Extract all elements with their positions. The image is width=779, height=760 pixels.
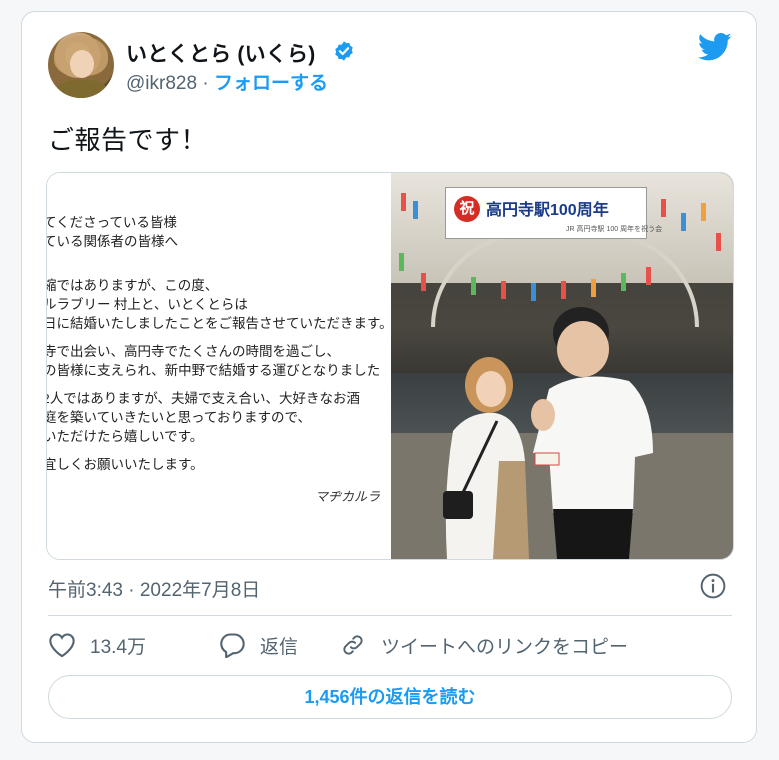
letter-line: 宜しくお願いいたします。 xyxy=(47,457,204,472)
like-count: 13.4万 xyxy=(90,636,146,658)
link-icon xyxy=(343,635,363,655)
letter-line: 寺で出会い、高円寺でたくさんの時間を過ごし、 xyxy=(47,344,340,359)
reply-bubble-icon xyxy=(220,633,245,658)
announcement-letter-image[interactable]: てくださっている皆様 ている関係者の皆様へ 縮ではありますが、この度、 ルラブリ… xyxy=(47,173,390,559)
couple-photo[interactable]: 祝 高円寺駅100周年 JR 高円寺駅 100 周年を祝う会 xyxy=(391,173,733,559)
avatar[interactable] xyxy=(48,32,114,98)
timestamp[interactable]: 午前3:43 · 2022年7月8日 xyxy=(48,575,260,602)
letter-line: の皆様に支えられ、新中野で結婚する運びとなりました xyxy=(47,363,381,378)
banner-text: 高円寺駅100周年 xyxy=(486,202,609,219)
copy-link-label: ツイートへのリンクをコピー xyxy=(381,636,629,658)
letter-line: ている関係者の皆様へ xyxy=(47,234,178,249)
verified-badge-icon xyxy=(335,41,353,61)
letter-line: ルラブリー 村上と、いとくとらは xyxy=(47,297,248,312)
tweet-actions: 13.4万 返信 ツイートへのリンクをコピー xyxy=(48,630,732,660)
reply-button[interactable]: 返信 xyxy=(218,630,298,660)
copy-link-button[interactable]: ツイートへのリンクをコピー xyxy=(339,630,628,660)
tweet-text: ご報告です！ xyxy=(48,125,208,155)
reply-label: 返信 xyxy=(260,636,299,658)
follow-button[interactable]: フォローする xyxy=(214,73,328,94)
tweet-media[interactable]: てくださっている皆様 ている関係者の皆様へ 縮ではありますが、この度、 ルラブリ… xyxy=(46,172,734,560)
letter-signature: マヂカルラ xyxy=(315,489,381,504)
woman-figure xyxy=(443,357,529,559)
letter-line: 庭を築いていきたいと思っておりますので、 xyxy=(47,410,311,425)
divider xyxy=(48,615,732,616)
letter-line: 日に結婚いたしましたことをご報告させていただきます。 xyxy=(47,316,390,331)
info-icon[interactable] xyxy=(700,573,726,599)
letter-line: いただけたら嬉しいです。 xyxy=(47,429,204,444)
read-replies-button[interactable]: 1,456件の返信を読む xyxy=(48,675,732,719)
handle-row: @ikr828 · フォローする xyxy=(126,68,328,95)
banner-subtext: JR 高円寺駅 100 周年を祝う会 xyxy=(566,226,663,233)
banner-mark: 祝 xyxy=(454,196,480,222)
handle[interactable]: @ikr828 xyxy=(126,73,197,94)
twitter-bird-icon[interactable] xyxy=(698,32,732,62)
author-name[interactable]: いとくとら (いくら) xyxy=(126,38,315,68)
tweet-card: いとくとら (いくら) @ikr828 · フォローする ご報告です！ てくださ… xyxy=(21,11,757,743)
station-banner: 祝 高円寺駅100周年 JR 高円寺駅 100 周年を祝う会 xyxy=(445,187,662,239)
like-button[interactable]: 13.4万 xyxy=(48,630,146,660)
letter-line: 2人ではありますが、夫婦で支え合い、大好きなお酒 xyxy=(47,391,360,406)
separator: · xyxy=(202,73,209,94)
heart-icon xyxy=(49,633,75,658)
letter-line: てくださっている皆様 xyxy=(47,215,177,230)
letter-line: 縮ではありますが、この度、 xyxy=(47,278,219,293)
man-figure xyxy=(531,307,653,559)
